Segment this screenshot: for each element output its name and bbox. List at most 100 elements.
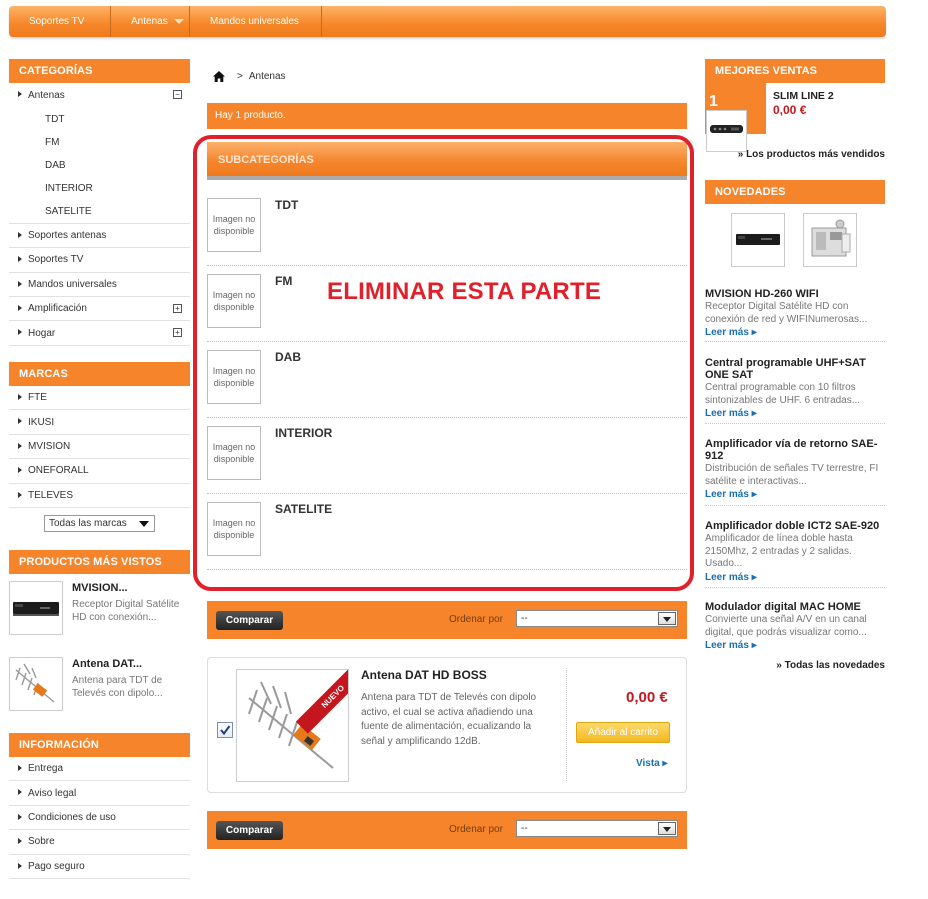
nav-item-mandos-universales[interactable]: Mandos universales <box>190 6 322 37</box>
info-link-pago-seguro[interactable]: Pago seguro <box>9 855 190 879</box>
category-hogar[interactable]: Hogar + <box>9 321 190 346</box>
product-thumbnail[interactable] <box>9 581 63 635</box>
category-fm[interactable]: FM <box>9 131 190 154</box>
divider <box>705 505 885 506</box>
news-item: Amplificador vía de retorno SAE-912 Dist… <box>705 438 885 500</box>
best-sellers-block: MEJORES VENTAS 1 SLIM LINE 2 0,00 € » Lo… <box>705 59 885 160</box>
category-interior[interactable]: INTERIOR <box>9 177 190 200</box>
divider <box>705 423 885 424</box>
add-to-cart-button[interactable]: Añadir al carrito <box>576 722 670 743</box>
order-select[interactable]: -- <box>516 610 678 627</box>
news-item: Modulador digital MAC HOME Convierte una… <box>705 601 885 651</box>
product-card: NUEVO Antena DAT HD BOSS Antena para TDT… <box>207 657 687 793</box>
info-link-aviso-legal[interactable]: Aviso legal <box>9 781 190 806</box>
read-more-link[interactable]: Leer más <box>705 489 885 500</box>
category-tdt[interactable]: TDT <box>9 107 190 130</box>
divider <box>705 341 885 342</box>
read-more-link[interactable]: Leer más <box>705 327 885 338</box>
news-block: NOVEDADES MVISION HD-260 WIFI Receptor D… <box>705 180 885 671</box>
remote-control-image <box>710 125 743 133</box>
expand-icon[interactable]: + <box>173 328 182 338</box>
home-icon[interactable] <box>213 71 225 82</box>
news-title[interactable]: Amplificador vía de retorno SAE-912 <box>705 438 885 462</box>
annotation-outline <box>193 135 694 591</box>
chevron-down-icon <box>658 822 676 835</box>
brand-ikusi[interactable]: IKUSI <box>9 410 190 435</box>
category-antenas[interactable]: Antenas − <box>9 83 190 107</box>
read-more-link[interactable]: Leer más <box>705 408 885 419</box>
collapse-icon[interactable]: − <box>173 90 182 99</box>
brand-mvision[interactable]: MVISION <box>9 435 190 460</box>
top-navigation: Soportes TV Antenas Mandos universales <box>9 6 886 37</box>
category-dab[interactable]: DAB <box>9 154 190 177</box>
news-item: MVISION HD-260 WIFI Receptor Digital Sat… <box>705 288 885 338</box>
news-title[interactable]: Modulador digital MAC HOME <box>705 601 885 613</box>
news-title[interactable]: Central programable UHF+SAT ONE SAT <box>705 357 885 381</box>
best-seller-name[interactable]: SLIM LINE 2 <box>773 90 834 102</box>
most-viewed-block: PRODUCTOS MÁS VISTOS MVISION... Receptor… <box>9 550 190 711</box>
brand-select[interactable]: Todas las marcas <box>44 515 155 532</box>
most-viewed-heading: PRODUCTOS MÁS VISTOS <box>9 550 190 574</box>
news-title[interactable]: MVISION HD-260 WIFI <box>705 288 885 300</box>
chevron-down-icon <box>658 612 676 625</box>
news-desc: Central programable con 10 filtros sinto… <box>705 382 861 406</box>
brand-oneforall[interactable]: ONEFORALL <box>9 459 190 484</box>
news-item: Central programable UHF+SAT ONE SAT Cent… <box>705 357 885 419</box>
order-select[interactable]: -- <box>516 820 678 837</box>
rank-number: 1 <box>709 93 718 110</box>
info-link-condiciones[interactable]: Condiciones de uso <box>9 806 190 831</box>
checkmark-icon <box>220 725 231 736</box>
module-image <box>811 219 851 257</box>
receiver-image <box>736 234 780 245</box>
product-description: Antena para TDT de Televés con dipolo ac… <box>361 692 537 747</box>
product-name[interactable]: Antena DAT HD BOSS <box>361 668 487 682</box>
nav-item-soportes-tv[interactable]: Soportes TV <box>9 6 111 37</box>
category-amplificacion[interactable]: Amplificación + <box>9 297 190 322</box>
chevron-down-icon <box>173 19 184 24</box>
info-heading: INFORMACIÓN <box>9 733 190 757</box>
news-heading: NOVEDADES <box>705 180 885 204</box>
product-price: 0,00 € <box>626 689 668 706</box>
category-soportes-tv[interactable]: Soportes TV <box>9 248 190 273</box>
brand-fte[interactable]: FTE <box>9 386 190 411</box>
view-link[interactable]: Vista <box>636 758 668 769</box>
order-label: Ordenar por <box>449 824 503 835</box>
read-more-link[interactable]: Leer más <box>705 640 885 651</box>
category-soportes-antenas[interactable]: Soportes antenas <box>9 224 190 249</box>
product-image[interactable]: NUEVO <box>236 669 349 782</box>
best-sellers-link[interactable]: » Los productos más vendidos <box>738 149 885 160</box>
news-desc: Convierte una señal A/V en un canal digi… <box>705 614 867 638</box>
news-desc: Amplificador de línea doble hasta 2150Mh… <box>705 533 853 569</box>
news-desc: Distribución de señales TV terrestre, FI… <box>705 463 879 487</box>
product-thumbnail[interactable] <box>9 657 63 711</box>
breadcrumb-separator: > <box>237 71 243 82</box>
most-viewed-name[interactable]: MVISION... <box>72 582 128 594</box>
brands-heading: MARCAS <box>9 362 190 386</box>
category-mandos-universales[interactable]: Mandos universales <box>9 273 190 298</box>
best-sellers-heading: MEJORES VENTAS <box>705 59 885 83</box>
compare-button[interactable]: Comparar <box>216 821 283 840</box>
breadcrumb-current: Antenas <box>248 71 286 82</box>
best-seller-price: 0,00 € <box>773 103 807 117</box>
antenna-image <box>15 663 55 703</box>
read-more-link[interactable]: Leer más <box>705 572 885 583</box>
info-link-sobre[interactable]: Sobre <box>9 830 190 855</box>
breadcrumb: > Antenas <box>213 71 286 82</box>
category-satelite[interactable]: SATELITE <box>9 201 190 224</box>
news-thumbnail[interactable] <box>731 213 785 267</box>
divider <box>705 587 885 588</box>
categories-heading: CATEGORÍAS <box>9 59 190 83</box>
product-thumbnail[interactable] <box>706 110 747 152</box>
compare-checkbox[interactable] <box>217 722 233 738</box>
info-link-entrega[interactable]: Entrega <box>9 757 190 782</box>
news-title[interactable]: Amplificador doble ICT2 SAE-920 <box>705 520 885 532</box>
expand-icon[interactable]: + <box>173 304 182 314</box>
nav-item-antenas[interactable]: Antenas <box>111 6 190 37</box>
compare-button[interactable]: Comparar <box>216 611 283 630</box>
brand-televes[interactable]: TELEVES <box>9 484 190 508</box>
all-news-link[interactable]: » Todas las novedades <box>776 660 885 671</box>
most-viewed-desc: Antena para TDT de Televés con dipolo... <box>72 675 163 699</box>
info-block: INFORMACIÓN Entrega Aviso legal Condicio… <box>9 733 190 879</box>
most-viewed-name[interactable]: Antena DAT... <box>72 658 142 670</box>
news-thumbnail[interactable] <box>803 213 857 267</box>
